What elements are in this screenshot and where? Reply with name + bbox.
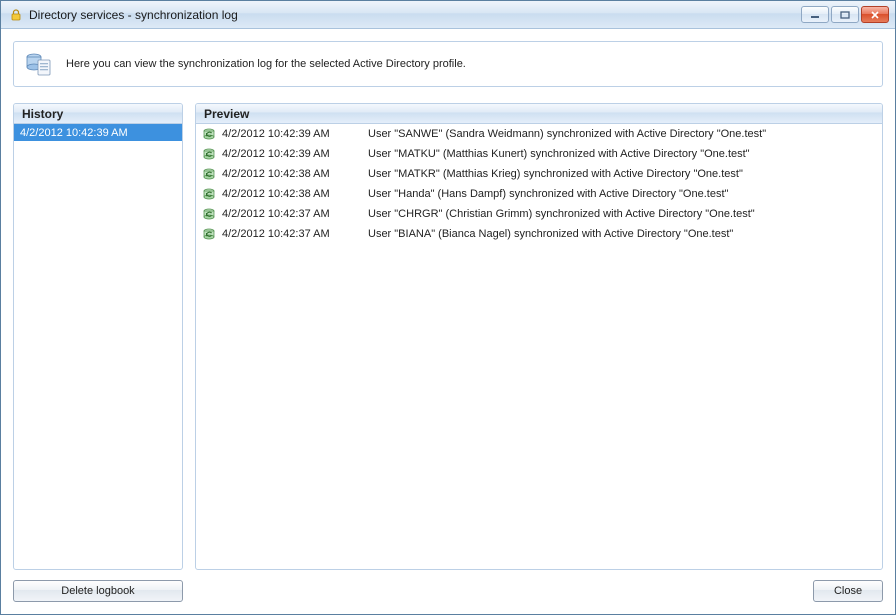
preview-panel: Preview 4/2/2012 10:42:39 AM User "SANWE"… xyxy=(195,103,883,570)
row-message: User "MATKR" (Matthias Krieg) synchroniz… xyxy=(368,168,876,180)
row-timestamp: 4/2/2012 10:42:38 AM xyxy=(222,168,362,180)
sync-db-icon xyxy=(202,227,216,241)
preview-list[interactable]: 4/2/2012 10:42:39 AM User "SANWE" (Sandra… xyxy=(196,124,882,569)
history-panel: History 4/2/2012 10:42:39 AM xyxy=(13,103,183,570)
history-list[interactable]: 4/2/2012 10:42:39 AM xyxy=(14,124,182,569)
close-button[interactable]: Close xyxy=(813,580,883,602)
dialog-content: Here you can view the synchronization lo… xyxy=(1,29,895,614)
directory-server-icon xyxy=(24,50,54,78)
row-timestamp: 4/2/2012 10:42:39 AM xyxy=(222,148,362,160)
preview-header: Preview xyxy=(196,104,882,124)
row-message: User "BIANA" (Bianca Nagel) synchronized… xyxy=(368,228,876,240)
preview-row[interactable]: 4/2/2012 10:42:39 AM User "SANWE" (Sandra… xyxy=(196,124,882,144)
row-timestamp: 4/2/2012 10:42:38 AM xyxy=(222,188,362,200)
row-message: User "Handa" (Hans Dampf) synchronized w… xyxy=(368,188,876,200)
info-banner: Here you can view the synchronization lo… xyxy=(13,41,883,87)
close-window-button[interactable] xyxy=(861,6,889,23)
history-header: History xyxy=(14,104,182,124)
window-controls xyxy=(801,6,889,23)
row-timestamp: 4/2/2012 10:42:39 AM xyxy=(222,128,362,140)
preview-row[interactable]: 4/2/2012 10:42:37 AM User "BIANA" (Bianca… xyxy=(196,224,882,244)
sync-db-icon xyxy=(202,167,216,181)
row-message: User "SANWE" (Sandra Weidmann) synchroni… xyxy=(368,128,876,140)
sync-db-icon xyxy=(202,187,216,201)
titlebar[interactable]: Directory services - synchronization log xyxy=(1,1,895,29)
preview-row[interactable]: 4/2/2012 10:42:39 AM User "MATKU" (Matthi… xyxy=(196,144,882,164)
row-message: User "MATKU" (Matthias Kunert) synchroni… xyxy=(368,148,876,160)
preview-row[interactable]: 4/2/2012 10:42:38 AM User "Handa" (Hans D… xyxy=(196,184,882,204)
window-title: Directory services - synchronization log xyxy=(29,8,801,22)
delete-logbook-button[interactable]: Delete logbook xyxy=(13,580,183,602)
preview-row[interactable]: 4/2/2012 10:42:37 AM User "CHRGR" (Christ… xyxy=(196,204,882,224)
sync-db-icon xyxy=(202,207,216,221)
maximize-button[interactable] xyxy=(831,6,859,23)
row-message: User "CHRGR" (Christian Grimm) synchroni… xyxy=(368,208,876,220)
minimize-button[interactable] xyxy=(801,6,829,23)
panels: History 4/2/2012 10:42:39 AM Preview 4/2… xyxy=(13,103,883,570)
info-text: Here you can view the synchronization lo… xyxy=(66,58,466,70)
row-timestamp: 4/2/2012 10:42:37 AM xyxy=(222,208,362,220)
history-item[interactable]: 4/2/2012 10:42:39 AM xyxy=(14,124,182,141)
sync-db-icon xyxy=(202,127,216,141)
lock-icon xyxy=(9,8,23,22)
row-timestamp: 4/2/2012 10:42:37 AM xyxy=(222,228,362,240)
button-bar: Delete logbook Close xyxy=(13,580,883,602)
dialog-window: Directory services - synchronization log xyxy=(0,0,896,615)
sync-db-icon xyxy=(202,147,216,161)
preview-row[interactable]: 4/2/2012 10:42:38 AM User "MATKR" (Matthi… xyxy=(196,164,882,184)
